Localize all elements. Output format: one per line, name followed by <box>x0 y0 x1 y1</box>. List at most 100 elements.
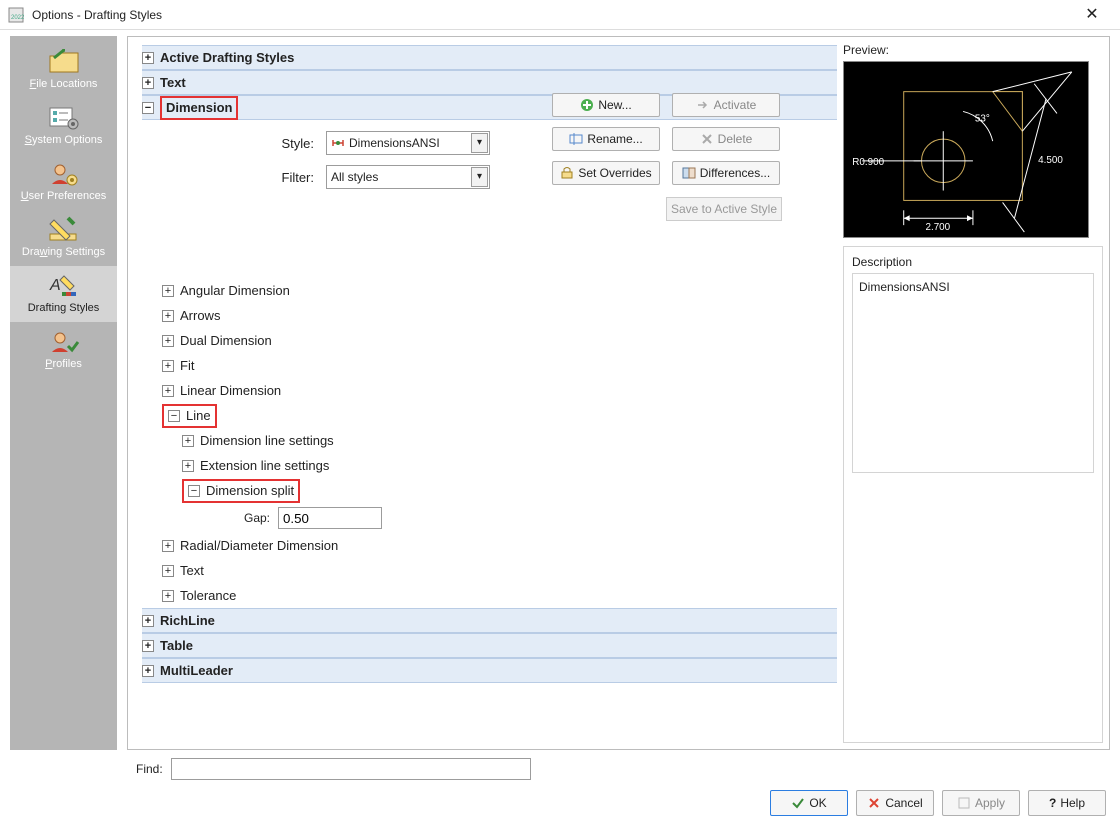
tree-dual-dimension[interactable]: + Dual Dimension <box>134 328 837 353</box>
check-icon <box>791 796 805 810</box>
rename-button[interactable]: Rename... <box>552 127 660 151</box>
svg-text:A: A <box>49 277 61 294</box>
tree-dimension-split[interactable]: − Dimension split <box>134 478 837 503</box>
tree-text-dim[interactable]: + Text <box>134 558 837 583</box>
nav-label: Drafting Styles <box>10 302 117 314</box>
nav-drafting-styles[interactable]: A Drafting Styles <box>10 266 117 322</box>
tree-line[interactable]: − Line <box>134 403 837 428</box>
diff-icon <box>682 166 696 180</box>
dimension-style-icon <box>331 136 345 150</box>
tree-linear-dimension[interactable]: + Linear Dimension <box>134 378 837 403</box>
nav-file-locations[interactable]: File Locations <box>10 42 117 98</box>
text-pencil-icon: A <box>48 272 80 300</box>
nav-label: Profiles <box>10 358 117 370</box>
question-icon: ? <box>1049 796 1056 810</box>
expand-icon[interactable]: + <box>142 640 154 652</box>
expand-icon[interactable]: + <box>162 285 174 297</box>
collapse-icon[interactable]: − <box>168 410 180 422</box>
expand-icon[interactable]: + <box>162 335 174 347</box>
expand-icon[interactable]: + <box>182 435 194 447</box>
nav-profiles[interactable]: Profiles <box>10 322 117 378</box>
expand-icon[interactable]: + <box>162 540 174 552</box>
apply-button: Apply <box>942 790 1020 816</box>
chevron-down-icon[interactable]: ▾ <box>471 133 488 153</box>
window-title: Options - Drafting Styles <box>32 8 1072 22</box>
tree-arrows[interactable]: + Arrows <box>134 303 837 328</box>
content-area: + Active Drafting Styles + Text − Dimens… <box>127 36 1110 750</box>
tree-multileader[interactable]: + MultiLeader <box>142 658 837 683</box>
expand-icon[interactable]: + <box>162 385 174 397</box>
style-combo[interactable]: DimensionsANSI ▾ <box>326 131 490 155</box>
gap-label: Gap: <box>234 511 270 525</box>
titlebar: 2022 Options - Drafting Styles ✕ <box>0 0 1120 30</box>
expand-icon[interactable]: + <box>162 590 174 602</box>
arrow-right-icon <box>696 98 710 112</box>
nav-system-options[interactable]: System Options <box>10 98 117 154</box>
preview-radius: R0.900 <box>852 157 884 168</box>
tree-richline[interactable]: + RichLine <box>142 608 837 633</box>
delete-button[interactable]: Delete <box>672 127 780 151</box>
filter-value: All styles <box>331 170 485 184</box>
tree-tolerance[interactable]: + Tolerance <box>134 583 837 608</box>
tree-dimension-line-settings[interactable]: + Dimension line settings <box>134 428 837 453</box>
tree-fit[interactable]: + Fit <box>134 353 837 378</box>
preview-canvas: R0.900 53° 4.500 2.700 <box>843 61 1089 238</box>
collapse-icon[interactable]: − <box>188 485 200 497</box>
filter-label: Filter: <box>272 170 314 185</box>
set-overrides-button[interactable]: Set Overrides <box>552 161 660 185</box>
folder-icon <box>48 48 80 76</box>
apply-icon <box>957 796 971 810</box>
list-gear-icon <box>48 104 80 132</box>
x-icon <box>867 796 881 810</box>
cancel-button[interactable]: Cancel <box>856 790 934 816</box>
style-value: DimensionsANSI <box>349 136 485 150</box>
description-text: DimensionsANSI <box>852 273 1094 473</box>
highlight-dimension: Dimension <box>160 96 238 120</box>
filter-combo[interactable]: All styles ▾ <box>326 165 490 189</box>
gap-input[interactable] <box>278 507 382 529</box>
expand-icon[interactable]: + <box>182 460 194 472</box>
highlight-line: − Line <box>162 404 217 428</box>
expand-icon[interactable]: + <box>162 360 174 372</box>
ok-button[interactable]: OK <box>770 790 848 816</box>
tree-text[interactable]: + Text <box>142 70 837 95</box>
pencil-ruler-icon <box>48 216 80 244</box>
find-input[interactable] <box>171 758 531 780</box>
tree-angular-dimension[interactable]: + Angular Dimension <box>134 278 837 303</box>
expand-icon[interactable]: + <box>142 52 154 64</box>
plus-icon <box>580 98 594 112</box>
style-label: Style: <box>272 136 314 151</box>
nav-user-preferences[interactable]: User Preferences <box>10 154 117 210</box>
highlight-dimension-split: − Dimension split <box>182 479 300 503</box>
tree-extension-line-settings[interactable]: + Extension line settings <box>134 453 837 478</box>
activate-button[interactable]: Activate <box>672 93 780 117</box>
preview-angle: 53° <box>975 113 990 124</box>
tree-active-drafting-styles[interactable]: + Active Drafting Styles <box>142 45 837 70</box>
nav-label: User Preferences <box>10 190 117 202</box>
expand-icon[interactable]: + <box>142 77 154 89</box>
differences-button[interactable]: Differences... <box>672 161 780 185</box>
user-gear-icon <box>48 160 80 188</box>
chevron-down-icon[interactable]: ▾ <box>471 167 488 187</box>
preview-width: 2.700 <box>925 222 950 233</box>
tree-radial-diameter[interactable]: + Radial/Diameter Dimension <box>134 533 837 558</box>
preview-length: 4.500 <box>1038 155 1063 166</box>
collapse-icon[interactable]: − <box>142 102 154 114</box>
close-button[interactable]: ✕ <box>1072 0 1112 30</box>
expand-icon[interactable]: + <box>142 665 154 677</box>
description-group: Description DimensionsANSI <box>843 246 1103 743</box>
expand-icon[interactable]: + <box>162 565 174 577</box>
expand-icon[interactable]: + <box>142 615 154 627</box>
nav-label: Drawing Settings <box>10 246 117 258</box>
preview-label: Preview: <box>843 43 1103 57</box>
tree-table[interactable]: + Table <box>142 633 837 658</box>
help-button[interactable]: ? Help <box>1028 790 1106 816</box>
expand-icon[interactable]: + <box>162 310 174 322</box>
new-button[interactable]: New... <box>552 93 660 117</box>
tree-panel: + Active Drafting Styles + Text − Dimens… <box>134 43 837 743</box>
override-icon <box>560 166 574 180</box>
nav-drawing-settings[interactable]: Drawing Settings <box>10 210 117 266</box>
app-icon: 2022 <box>8 7 24 23</box>
nav-label: File Locations <box>10 78 117 90</box>
svg-text:2022: 2022 <box>11 15 24 21</box>
